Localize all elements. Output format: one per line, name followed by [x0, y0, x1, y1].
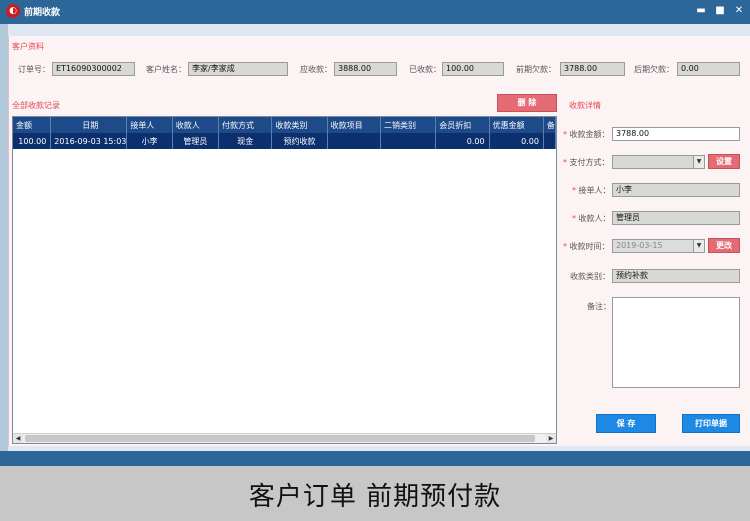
delete-button[interactable]: 删 除 — [497, 94, 557, 112]
payee-label: * 收款人： — [572, 214, 611, 223]
later-due-field[interactable]: 0.00 — [677, 62, 740, 76]
received-field[interactable]: 100.00 — [442, 62, 504, 76]
column-header-method[interactable]: 付款方式 — [218, 117, 273, 133]
cell-date: 2016-09-03 15:03 — [50, 133, 128, 149]
cell-note — [543, 133, 556, 149]
order-no-field[interactable]: ET16090300002 — [52, 62, 135, 76]
receivable-label: 应收款： — [300, 65, 332, 74]
cell-amount: 100.00 — [13, 133, 52, 149]
pay-method-label: * 支付方式： — [563, 158, 610, 167]
print-receipt-button[interactable]: 打印单据 — [682, 414, 740, 433]
order-no-label: 订单号： — [18, 65, 50, 74]
cell-method: 现金 — [218, 133, 273, 149]
customer-name-label: 客户姓名： — [146, 65, 186, 74]
save-button[interactable]: 保 存 — [596, 414, 656, 433]
grid-header-row: 金额 日期 接单人 收款人 付款方式 收款类别 收款项目 二销类别 会员折扣 优… — [13, 117, 556, 133]
chevron-down-icon[interactable]: ▼ — [693, 156, 704, 168]
cell-resale — [380, 133, 437, 149]
note-textarea[interactable] — [612, 297, 740, 388]
horizontal-scrollbar[interactable]: ◀ ▶ — [13, 433, 556, 443]
prior-due-field[interactable]: 3788.00 — [560, 62, 625, 76]
received-label: 已收款： — [409, 65, 441, 74]
scroll-left-icon[interactable]: ◀ — [13, 434, 23, 443]
table-row[interactable]: 100.00 2016-09-03 15:03 小李 管理员 现金 预约收款 0… — [13, 133, 556, 149]
minimize-button[interactable]: ▬ — [694, 4, 708, 18]
title-bar: ◐ 前期收款 ▬ ■ ✕ — [0, 0, 750, 24]
caption-text: 客户订单 前期预付款 — [248, 482, 502, 512]
close-button[interactable]: ✕ — [732, 4, 746, 18]
taker-field[interactable]: 小李 — [612, 183, 740, 197]
window-title: 前期收款 — [24, 8, 61, 18]
category-label: 收款类别： — [570, 272, 610, 281]
taker-label: * 接单人： — [572, 186, 611, 195]
cell-taker: 小李 — [126, 133, 173, 149]
column-header-amount[interactable]: 金额 — [13, 117, 52, 133]
category-field[interactable]: 预约补款 — [612, 269, 740, 283]
records-section-title: 全部收款记录 — [12, 101, 60, 110]
chevron-down-icon[interactable]: ▼ — [693, 240, 704, 252]
receivable-field[interactable]: 3888.00 — [334, 62, 397, 76]
column-header-item[interactable]: 收款项目 — [327, 117, 382, 133]
payment-records-grid: 金额 日期 接单人 收款人 付款方式 收款类别 收款项目 二销类别 会员折扣 优… — [12, 116, 557, 444]
cell-member-discount: 0.00 — [435, 133, 490, 149]
column-header-category[interactable]: 收款类别 — [271, 117, 328, 133]
customer-section-title: 客户资料 — [12, 42, 44, 51]
later-due-label: 后期欠款： — [634, 65, 674, 74]
column-header-payee[interactable]: 收款人 — [172, 117, 220, 133]
caption-banner: 客户订单 前期预付款 — [0, 466, 750, 521]
cell-item — [327, 133, 382, 149]
cell-payee: 管理员 — [172, 133, 220, 149]
scrollbar-thumb[interactable] — [25, 435, 535, 442]
scroll-right-icon[interactable]: ▶ — [546, 434, 556, 443]
pay-method-select[interactable]: ▼ — [612, 155, 705, 169]
amount-label: * 收款金额： — [563, 130, 610, 139]
status-bar — [0, 451, 750, 466]
time-label: * 收款时间： — [563, 242, 610, 251]
left-frame-edge — [0, 24, 8, 451]
payee-field[interactable]: 管理员 — [612, 211, 740, 225]
maximize-button[interactable]: ■ — [713, 4, 727, 18]
time-picker[interactable]: 2019-03-15 ▼ — [612, 239, 705, 253]
column-header-member-discount[interactable]: 会员折扣 — [435, 117, 490, 133]
column-header-date[interactable]: 日期 — [50, 117, 128, 133]
setup-button[interactable]: 设置 — [708, 154, 740, 169]
detail-section-title: 收款详情 — [569, 101, 601, 110]
amount-input[interactable]: 3788.00 — [612, 127, 740, 141]
column-header-note[interactable]: 备 — [543, 117, 556, 133]
change-button[interactable]: 更改 — [708, 238, 740, 253]
cell-promo: 0.00 — [489, 133, 544, 149]
app-logo-icon: ◐ — [6, 4, 20, 18]
customer-name-field[interactable]: 李家/李家成 — [188, 62, 288, 76]
column-header-taker[interactable]: 接单人 — [126, 117, 173, 133]
cell-category: 预约收款 — [271, 133, 328, 149]
column-header-resale[interactable]: 二销类别 — [380, 117, 437, 133]
prior-due-label: 前期欠款： — [516, 65, 556, 74]
column-header-promo[interactable]: 优惠金额 — [489, 117, 544, 133]
note-label: 备注： — [587, 302, 611, 311]
